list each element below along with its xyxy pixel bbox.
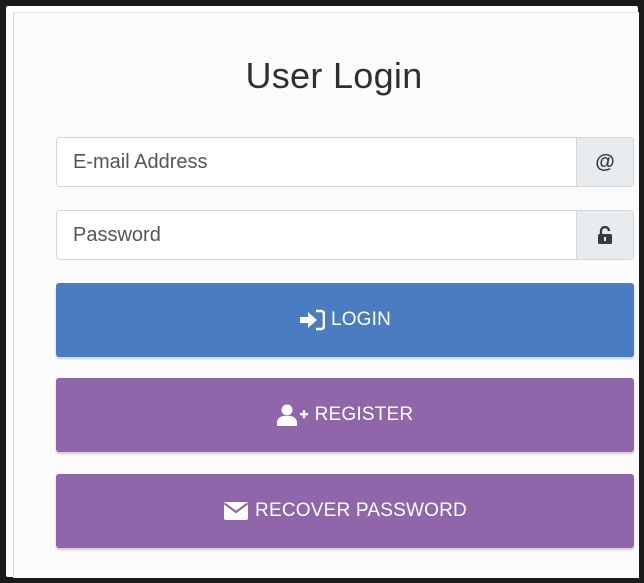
sign-in-icon [299, 309, 325, 331]
password-input-group [56, 210, 634, 260]
register-button-label: REGISTER [314, 404, 414, 425]
register-button[interactable]: REGISTER [56, 378, 634, 452]
email-input-group: @ [56, 137, 634, 187]
unlock-icon [576, 211, 633, 259]
login-button-label: LOGIN [330, 309, 392, 330]
page-title: User Login [245, 55, 423, 96]
password-field[interactable] [57, 211, 576, 259]
login-card: User Login @ LOGIN [13, 12, 639, 578]
recover-password-button[interactable]: RECOVER PASSWORD [56, 474, 634, 548]
login-button[interactable]: LOGIN [56, 283, 634, 357]
recover-password-button-label: RECOVER PASSWORD [255, 500, 467, 521]
at-sign-icon: @ [576, 138, 633, 186]
user-plus-icon [276, 404, 309, 426]
email-field[interactable] [57, 138, 576, 186]
envelope-icon [223, 501, 249, 521]
